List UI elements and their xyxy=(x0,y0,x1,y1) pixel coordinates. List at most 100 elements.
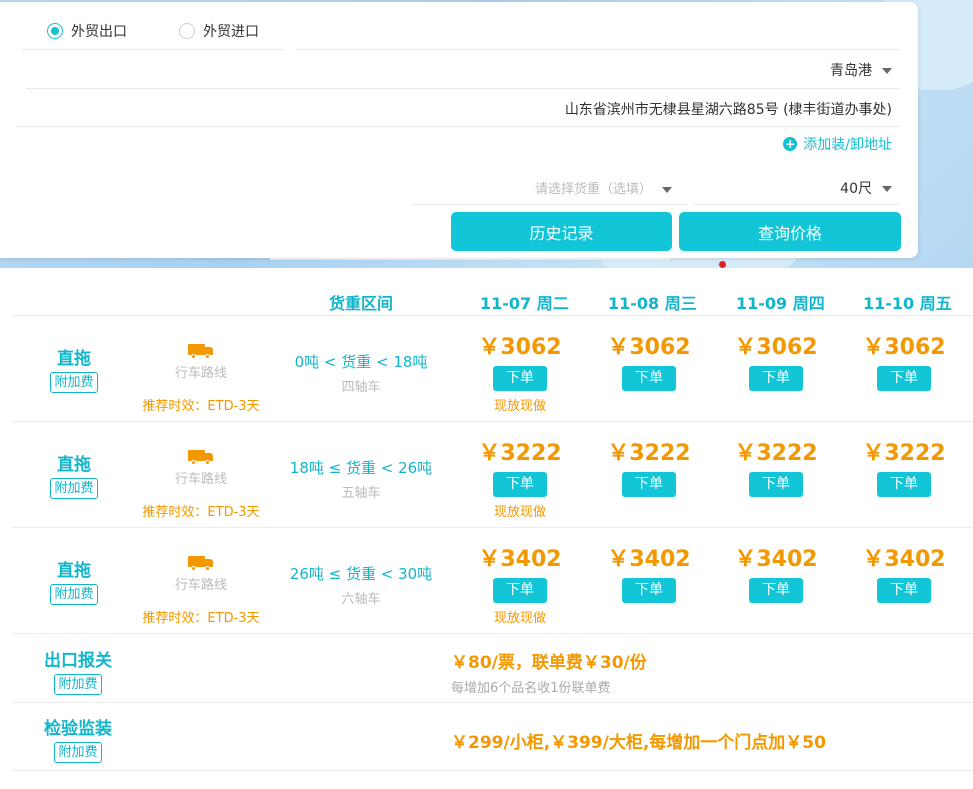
date-header-1: 11-07 周二 xyxy=(480,294,569,313)
price-cell: ￥3222 下单 xyxy=(594,441,704,497)
divider xyxy=(12,770,973,771)
route-link[interactable]: 行车路线 xyxy=(131,574,271,593)
truck-icon xyxy=(188,555,214,571)
divider xyxy=(12,527,973,528)
order-button[interactable]: 下单 xyxy=(622,472,676,497)
order-button[interactable]: 下单 xyxy=(877,472,931,497)
weight-cell: 0吨 < 货重 < 18吨 四轴车 xyxy=(281,351,441,395)
price-value: ￥3062 xyxy=(862,335,946,360)
order-button[interactable]: 下单 xyxy=(749,472,803,497)
price-note: 现放现做 xyxy=(493,399,546,414)
truck-icon xyxy=(188,449,214,465)
weight-select[interactable]: 请选择货重（选填） xyxy=(535,178,673,197)
order-button[interactable]: 下单 xyxy=(749,578,803,603)
price-value: ￥3402 xyxy=(478,547,562,572)
chevron-down-icon xyxy=(662,186,673,193)
container-select[interactable]: 40尺 xyxy=(840,178,892,198)
divider xyxy=(12,633,973,634)
search-price-button[interactable]: 查询价格 xyxy=(679,212,901,251)
service-name: 出口报关 xyxy=(44,651,112,671)
route-cell: 行车路线 推荐时效：ETD-3天 xyxy=(131,449,271,520)
surcharge-tag[interactable]: 附加费 xyxy=(54,742,102,763)
order-button[interactable]: 下单 xyxy=(493,472,547,497)
service-name: 直拖 xyxy=(57,455,91,475)
address-value: 山东省滨州市无棣县星湖六路85号 (棣丰街道办事处) xyxy=(564,102,892,118)
plus-circle-icon: + xyxy=(783,137,798,151)
port-select[interactable]: 青岛港 xyxy=(830,60,892,80)
price-cell: ￥3062 下单 现放现做 xyxy=(465,335,575,414)
order-button[interactable]: 下单 xyxy=(493,578,547,603)
price-value: ￥3062 xyxy=(734,335,818,360)
trade-type-group: 外贸出口 外贸进口 xyxy=(22,12,284,50)
price-value: ￥3222 xyxy=(478,441,562,466)
fee-value: ￥80/票，联单费￥30/份 xyxy=(451,653,647,673)
service-cell: 检验监装 附加费 xyxy=(33,714,123,763)
service-name: 直拖 xyxy=(57,561,91,581)
add-address-label: 添加装/卸地址 xyxy=(803,137,892,153)
price-value: ￥3402 xyxy=(862,547,946,572)
surcharge-tag[interactable]: 附加费 xyxy=(54,674,102,695)
query-panel: 外贸出口 外贸进口 青岛港 山东省滨州市无棣县星湖六路85号 (棣丰街道办事处)… xyxy=(0,2,918,258)
price-cell: ￥3402 下单 xyxy=(594,547,704,603)
surcharge-tag[interactable]: 附加费 xyxy=(50,584,98,605)
divider xyxy=(694,204,900,205)
price-value: ￥3222 xyxy=(862,441,946,466)
price-value: ￥3222 xyxy=(607,441,691,466)
order-button[interactable]: 下单 xyxy=(877,366,931,391)
eta-text: 推荐时效：ETD-3天 xyxy=(142,611,260,626)
price-cell: ￥3402 下单 xyxy=(721,547,831,603)
date-header-2: 11-08 周三 xyxy=(608,294,697,313)
route-cell: 行车路线 推荐时效：ETD-3天 xyxy=(131,555,271,626)
route-cell: 行车路线 推荐时效：ETD-3天 xyxy=(131,343,271,414)
service-cell: 出口报关 附加费 xyxy=(33,646,123,695)
divider xyxy=(26,88,900,89)
history-button[interactable]: 历史记录 xyxy=(451,212,672,251)
price-cell: ￥3402 下单 现放现做 xyxy=(465,547,575,626)
price-cell: ￥3222 下单 xyxy=(721,441,831,497)
chevron-down-icon xyxy=(882,186,892,192)
axle-type: 六轴车 xyxy=(341,592,381,607)
divider xyxy=(412,204,688,205)
order-button[interactable]: 下单 xyxy=(877,578,931,603)
weight-cell: 26吨 ≤ 货重 < 30吨 六轴车 xyxy=(281,563,441,607)
order-button[interactable]: 下单 xyxy=(749,366,803,391)
price-value: ￥3222 xyxy=(734,441,818,466)
date-header-4: 11-10 周五 xyxy=(863,294,952,313)
order-button[interactable]: 下单 xyxy=(493,366,547,391)
divider xyxy=(16,126,900,127)
order-button[interactable]: 下单 xyxy=(622,366,676,391)
axle-type: 五轴车 xyxy=(341,486,381,501)
route-link[interactable]: 行车路线 xyxy=(131,468,271,487)
axle-type: 四轴车 xyxy=(341,380,381,395)
weight-range: 26吨 ≤ 货重 < 30吨 xyxy=(289,565,433,583)
radio-export-label: 外贸出口 xyxy=(71,24,127,40)
fee-cell: ￥80/票，联单费￥30/份 每增加6个品名收1份联单费 xyxy=(451,648,647,696)
add-address-link[interactable]: + 添加装/卸地址 xyxy=(783,134,892,154)
service-cell: 直拖 附加费 xyxy=(29,450,119,499)
surcharge-tag[interactable]: 附加费 xyxy=(50,372,98,393)
eta-text: 推荐时效：ETD-3天 xyxy=(142,505,260,520)
fee-note: 每增加6个品名收1份联单费 xyxy=(451,681,611,696)
eta-text: 推荐时效：ETD-3天 xyxy=(142,399,260,414)
service-cell: 直拖 附加费 xyxy=(29,344,119,393)
service-cell: 直拖 附加费 xyxy=(29,556,119,605)
radio-export[interactable]: 外贸出口 xyxy=(47,21,127,41)
fee-cell: ￥299/小柜,￥399/大柜,每增加一个门点加￥50 xyxy=(451,728,826,753)
route-link[interactable]: 行车路线 xyxy=(131,362,271,381)
price-cell: ￥3402 下单 xyxy=(849,547,959,603)
price-value: ￥3402 xyxy=(607,547,691,572)
divider xyxy=(12,421,973,422)
radio-checked-icon xyxy=(47,23,63,39)
price-value: ￥3402 xyxy=(734,547,818,572)
divider xyxy=(12,702,973,703)
surcharge-tag[interactable]: 附加费 xyxy=(50,478,98,499)
radio-import[interactable]: 外贸进口 xyxy=(179,21,259,41)
fee-value: ￥299/小柜,￥399/大柜,每增加一个门点加￥50 xyxy=(451,733,826,753)
radio-unchecked-icon xyxy=(179,23,195,39)
price-value: ￥3062 xyxy=(607,335,691,360)
address-field[interactable]: 山东省滨州市无棣县星湖六路85号 (棣丰街道办事处) xyxy=(565,99,892,119)
order-button[interactable]: 下单 xyxy=(622,578,676,603)
price-note: 现放现做 xyxy=(493,505,546,520)
weight-cell: 18吨 ≤ 货重 < 26吨 五轴车 xyxy=(281,457,441,501)
divider xyxy=(12,315,973,316)
